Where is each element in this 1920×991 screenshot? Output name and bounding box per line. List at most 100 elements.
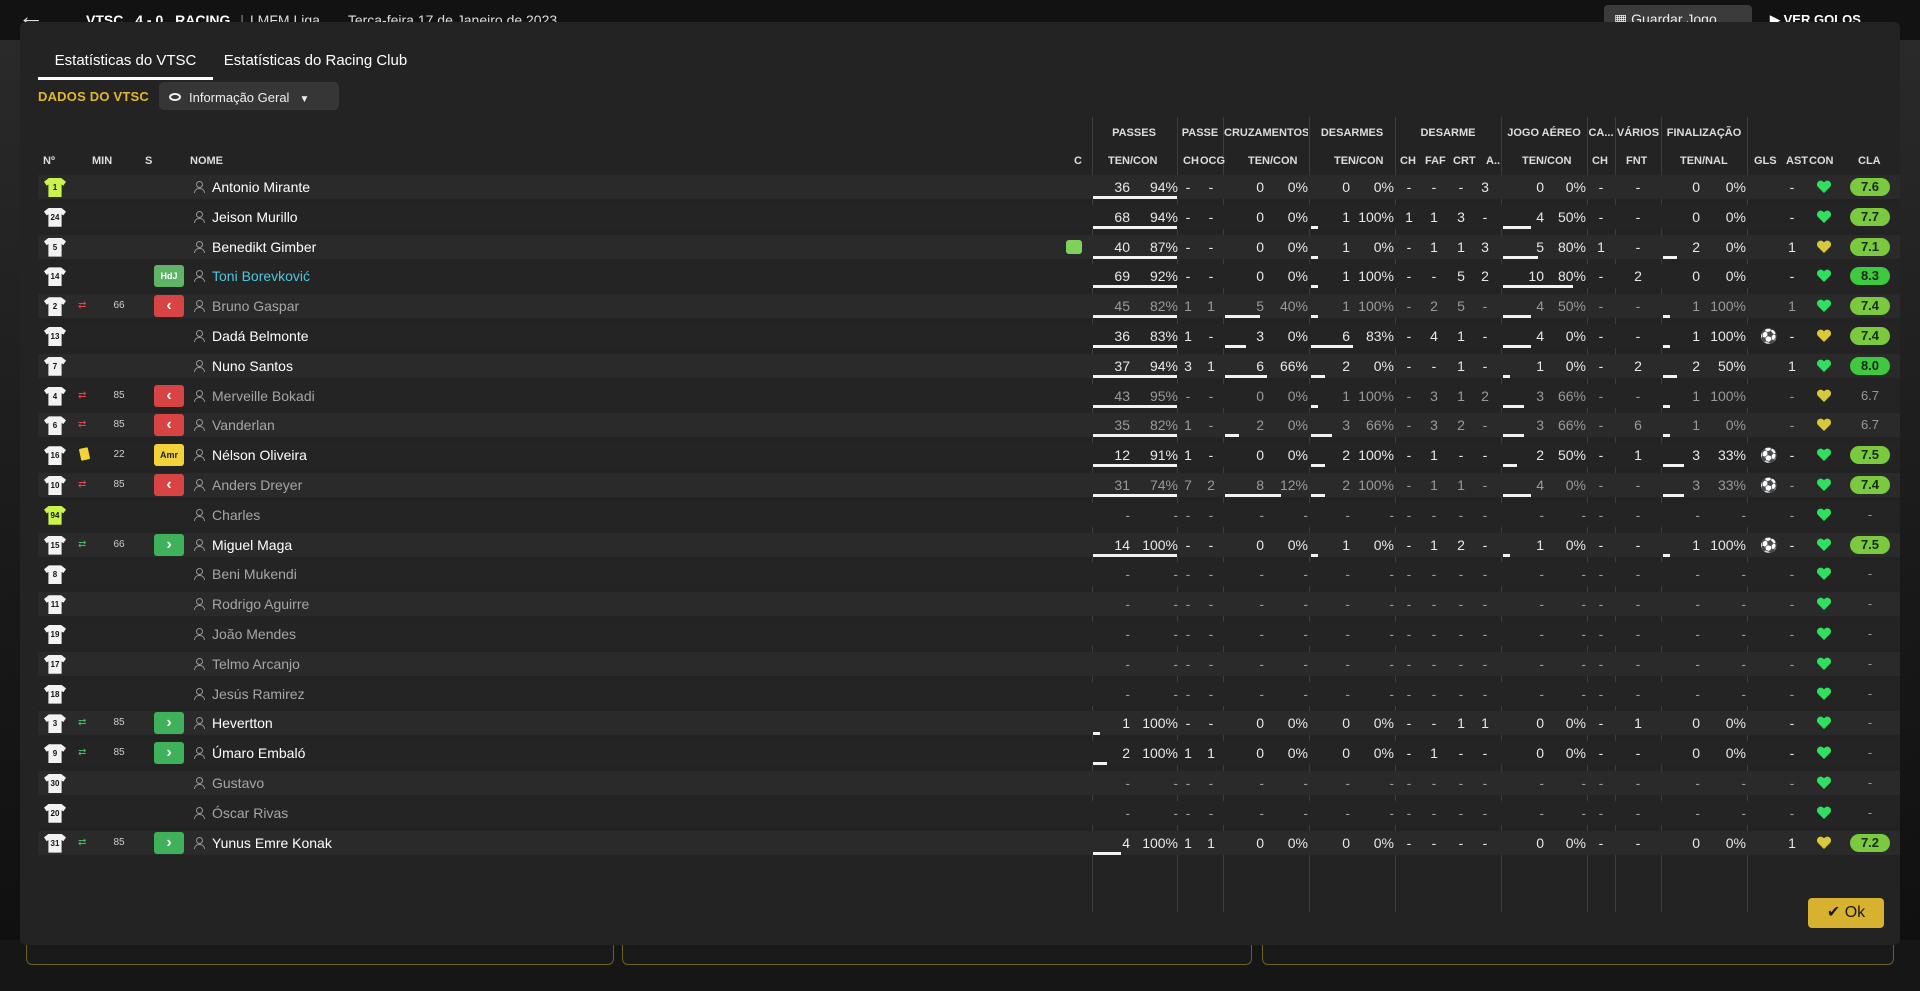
group-tackle: DESARME bbox=[1420, 127, 1476, 139]
player-name[interactable]: Vanderlan bbox=[212, 413, 812, 437]
player-name[interactable]: Yunus Emre Konak bbox=[212, 831, 812, 855]
table-row[interactable]: 20 Óscar Rivas - - - - - - - - - - - - - - - - - - - - bbox=[38, 800, 1900, 825]
player-name[interactable]: Gustavo bbox=[212, 771, 812, 795]
player-name[interactable]: Rodrigo Aguirre bbox=[212, 592, 812, 616]
table-row[interactable]: 94 Charles - - - - - - - - - - - - - - - - - - - - bbox=[38, 502, 1900, 527]
col-header-condition[interactable]: CON bbox=[1809, 147, 1833, 173]
player-name[interactable]: Miguel Maga bbox=[212, 533, 812, 557]
table-row[interactable]: 9 ⇄ 85 › Úmaro Embaló 2 100% 1 1 0 0% 0 0% -1- -0 0% - -0… bbox=[38, 741, 1900, 766]
rating-badge: 7.7 bbox=[1850, 207, 1890, 226]
stat-faf: - bbox=[1431, 596, 1437, 613]
player-name[interactable]: Nélson Oliveira bbox=[212, 443, 812, 467]
stat-faf: - bbox=[1431, 179, 1437, 195]
col-header-shots[interactable]: TEN/NAL bbox=[1680, 147, 1728, 173]
table-row[interactable]: 8 Beni Mukendi - - - - - - - - - - - - - - - - - - - - bbox=[38, 562, 1900, 587]
player-name[interactable]: Nuno Santos bbox=[212, 354, 812, 378]
minutes: 66 bbox=[113, 300, 125, 312]
col-header-fnt[interactable]: FNT bbox=[1626, 147, 1647, 173]
rating-badge: - bbox=[1867, 804, 1873, 820]
table-row[interactable]: 24 Jeison Murillo 68 94% - -0 0% 1 100% 1 1 3-4 50% -… bbox=[38, 204, 1900, 229]
shirt-icon: 8 bbox=[44, 565, 66, 585]
stat-bar-track bbox=[1311, 413, 1395, 438]
stat-fnt: - bbox=[1635, 626, 1641, 642]
shirt-icon: 30 bbox=[44, 774, 66, 793]
stat-bar bbox=[1093, 374, 1177, 378]
table-row[interactable]: 6 ⇄ 85 ‹ Vanderlan 35 82% 1-2 0% 3 66% -3 2-3 66% -6 1 0… bbox=[38, 413, 1900, 438]
stat-cach: - bbox=[1598, 775, 1604, 791]
player-name[interactable]: Bruno Gaspar bbox=[212, 294, 812, 318]
col-header-assists[interactable]: AST bbox=[1786, 147, 1808, 173]
col-header-minutes[interactable]: MIN bbox=[92, 147, 112, 173]
table-row[interactable]: 5 Benedikt Gimber 40 87% - -0 0% 1 0% -1 1 3 5 80% 1-2… bbox=[38, 234, 1900, 259]
stat-dch: - bbox=[1406, 596, 1412, 613]
stat-ap: - bbox=[1581, 775, 1586, 791]
player-name[interactable]: Merveille Bokadi bbox=[212, 384, 812, 408]
tab-racing-stats[interactable]: Estatísticas do Racing Club bbox=[223, 40, 408, 80]
player-name[interactable]: Úmaro Embaló bbox=[212, 741, 812, 765]
table-row[interactable]: 30 Gustavo - - - - - - - - - - - - - - - - - - - - bbox=[38, 771, 1900, 795]
stat-ocg: - bbox=[1208, 566, 1214, 583]
player-name[interactable]: Anders Dreyer bbox=[212, 473, 812, 497]
table-row[interactable]: 7 Nuno Santos 37 94% 3 1 6 66% 2 0% - -1-1 0% -2 2 50% 1… bbox=[38, 353, 1900, 378]
col-header-crosses[interactable]: TEN/CON bbox=[1248, 147, 1298, 173]
table-row[interactable]: 1 Antonio Mirante 36 94% - -0 0% 0 0% - - -3 0 0% - -0 0… bbox=[38, 175, 1900, 199]
ok-button[interactable]: ✔ Ok bbox=[1808, 898, 1884, 928]
player-name[interactable]: Jeison Murillo bbox=[212, 205, 812, 229]
stat-fp: 0% bbox=[1725, 268, 1746, 285]
stat-bar bbox=[1311, 434, 1332, 438]
player-name[interactable]: Telmo Arcanjo bbox=[212, 652, 812, 676]
col-header-ca-ch[interactable]: CH bbox=[1592, 147, 1608, 173]
view-select[interactable]: Informação Geral ▼ bbox=[159, 82, 339, 110]
stat-cp: 0% bbox=[1287, 238, 1308, 255]
stat-bar-track bbox=[1503, 413, 1587, 438]
table-row[interactable]: 14 HdJ Toni Borevković 69 92% - -0 0% 1 100% - -5 2 1… bbox=[38, 264, 1900, 289]
player-name[interactable]: Hevertton bbox=[212, 711, 812, 735]
col-header-aerial[interactable]: TEN/CON bbox=[1522, 147, 1572, 173]
player-name[interactable]: Jesús Ramirez bbox=[212, 682, 812, 706]
condition-heart-icon bbox=[1816, 627, 1832, 640]
player-name[interactable]: Charles bbox=[212, 503, 812, 527]
condition-heart-icon bbox=[1816, 359, 1832, 372]
table-row[interactable]: 19 João Mendes - - - - - - - - - - - - - - - - - - - - bbox=[38, 622, 1900, 646]
stat-dt: 0 bbox=[1342, 745, 1350, 762]
col-header-tackle-ch[interactable]: CH bbox=[1400, 147, 1416, 173]
table-row[interactable]: 2 ⇄ 66 ‹ Bruno Gaspar 45 82% 1 1 5 40% 1 100% -2 5-4 50… bbox=[38, 294, 1900, 319]
player-name[interactable]: Antonio Mirante bbox=[212, 175, 812, 199]
col-header-goals[interactable]: GLS bbox=[1754, 147, 1777, 173]
col-header-crt[interactable]: CRT bbox=[1453, 147, 1476, 173]
col-header-pass-ch[interactable]: CH bbox=[1183, 147, 1199, 173]
stat-ap: - bbox=[1581, 655, 1586, 672]
player-name[interactable]: Toni Borevković bbox=[212, 264, 812, 288]
stat-dt: - bbox=[1345, 685, 1350, 702]
table-row[interactable]: 10 ⇄ 85 ‹ Anders Dreyer 31 74% 7 2 8 12% 2 100% -1 1-4… bbox=[38, 473, 1900, 497]
col-header-tackles[interactable]: TEN/CON bbox=[1334, 147, 1384, 173]
table-row[interactable]: 13 Dadá Belmonte 36 83% 1-3 0% 6 83% -4 1-4 0% - -1 1… bbox=[38, 324, 1900, 348]
table-row[interactable]: 3 ⇄ 85 › Hevertton 1 100% - -0 0% 0 0% - -1 1 0 0% -1 0 0% -… bbox=[38, 711, 1900, 736]
col-header-passes[interactable]: TEN/CON bbox=[1108, 147, 1158, 173]
col-header-number[interactable]: Nº bbox=[43, 147, 55, 173]
chevron-down-icon: ▼ bbox=[299, 94, 310, 105]
stat-crt: - bbox=[1458, 447, 1464, 464]
player-name[interactable]: João Mendes bbox=[212, 622, 812, 646]
table-row[interactable]: 31 ⇄ 85 › Yunus Emre Konak 4 100% 1 1 0 0% 0 0% - - - -0… bbox=[38, 830, 1900, 855]
col-header-rating[interactable]: CLA bbox=[1858, 147, 1881, 173]
player-name[interactable]: Óscar Rivas bbox=[212, 801, 812, 825]
stat-ocg: - bbox=[1208, 387, 1214, 404]
table-row[interactable]: 18 Jesús Ramirez - - - - - - - - - - - - - - - - - - - - bbox=[38, 681, 1900, 706]
col-header-a[interactable]: A... bbox=[1486, 147, 1500, 173]
stat-dch: - bbox=[1406, 804, 1412, 821]
table-row[interactable]: 15 ⇄ 66 › Miguel Maga 14 100% - -0 0% 1 0% -1 2-1 0% - -… bbox=[38, 532, 1900, 557]
player-name[interactable]: Beni Mukendi bbox=[212, 562, 812, 586]
table-row[interactable]: 17 Telmo Arcanjo - - - - - - - - - - - - - - - - - - - - bbox=[38, 651, 1900, 676]
col-header-name[interactable]: NOME bbox=[190, 147, 223, 173]
col-header-faf[interactable]: FAF bbox=[1425, 147, 1446, 173]
player-name[interactable]: Dadá Belmonte bbox=[212, 324, 812, 348]
table-row[interactable]: 4 ⇄ 85 ‹ Merveille Bokadi 43 95% - -0 0% 1 100% -3 1 2… bbox=[38, 383, 1900, 408]
player-name[interactable]: Benedikt Gimber bbox=[212, 235, 812, 259]
col-header-status[interactable]: S bbox=[145, 147, 152, 173]
table-row[interactable]: 16 22 Amr Nélson Oliveira 12 91% 1-0 0% 2 100% -1-… bbox=[38, 443, 1900, 468]
col-header-pass-ocg[interactable]: OCG bbox=[1200, 147, 1225, 173]
tab-vtsc-stats[interactable]: Estatísticas do VTSC bbox=[38, 40, 213, 80]
col-header-captain[interactable]: C bbox=[1074, 147, 1082, 173]
table-row[interactable]: 11 Rodrigo Aguirre - - - - - - - - - - - - - - - - - - - - bbox=[38, 592, 1900, 617]
